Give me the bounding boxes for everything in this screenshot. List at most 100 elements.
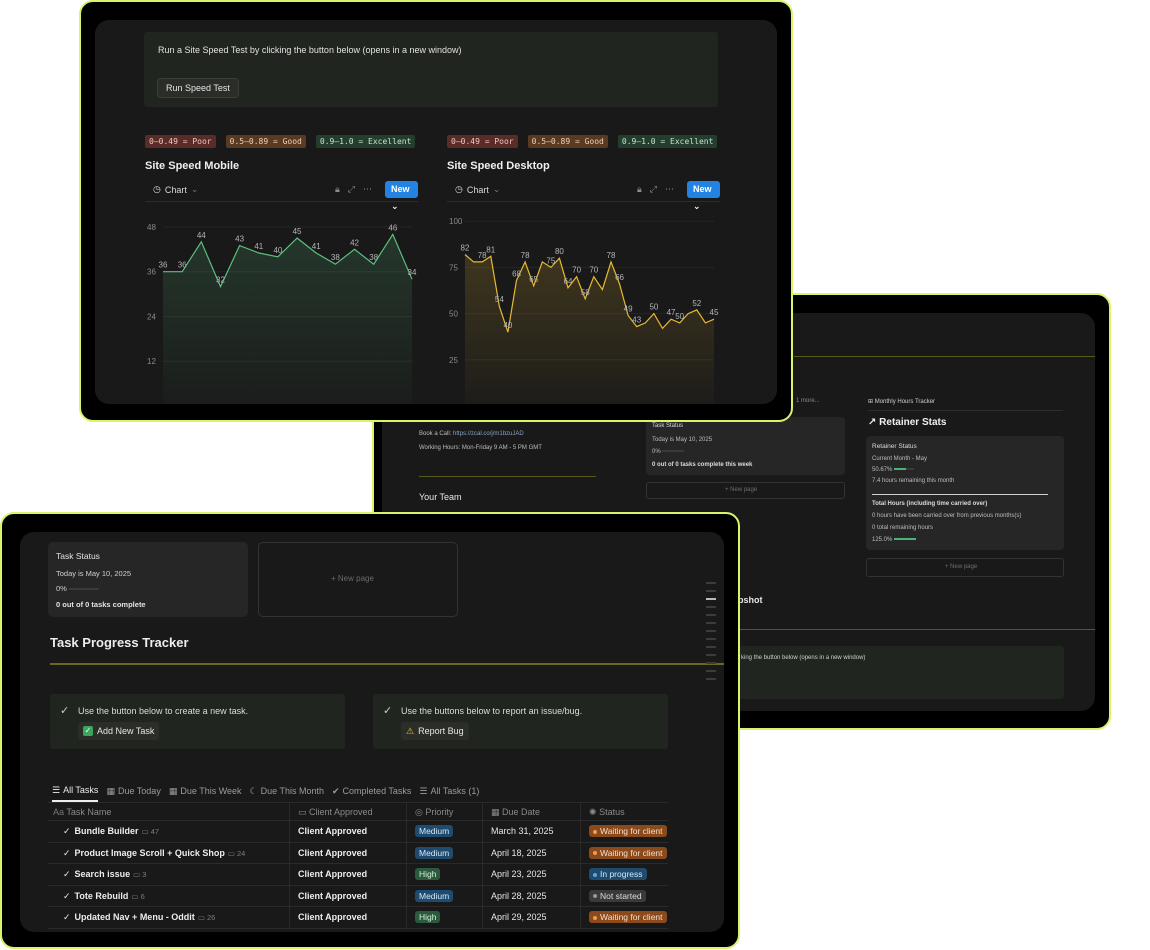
priority-cell[interactable]: Medium (415, 846, 454, 859)
table-row[interactable]: ✓ Search issue ▭ 3 Client Approved High April… (48, 864, 668, 886)
status-cell[interactable]: Not started (589, 889, 646, 902)
more-link[interactable]: 1 more... (796, 398, 820, 404)
task-name-cell[interactable]: ✓ Search issue ▭ 3 (53, 869, 146, 880)
status-badge: In progress (589, 868, 647, 880)
new-button[interactable]: New ⌄ (687, 181, 720, 211)
speed-screen: Run a Site Speed Test by clicking the bu… (95, 20, 777, 404)
priority-cell[interactable]: Medium (415, 825, 454, 837)
mobile-toolbar: ◷ Chart ⌄ 🔒︎ ⤢ ⋯ New ⌄ (145, 180, 418, 211)
data-label: 49 (624, 304, 633, 313)
legend-mobile: 0–0.49 = Poor 0.5–0.89 = Good 0.9–1.0 = … (145, 135, 416, 148)
task-name: Search issue (74, 869, 131, 879)
check-icon: ✓ (383, 705, 393, 717)
col-task-name[interactable]: Aa Task Name (53, 807, 111, 817)
target-icon: ◎ (415, 807, 423, 817)
list-icon: ☰ (52, 784, 61, 795)
new-page-button-2[interactable]: + New page (646, 482, 845, 499)
lock-icon[interactable]: 🔒︎ (637, 184, 642, 195)
task-name-cell[interactable]: ✓ Tote Rebuild ▭ 6 (53, 891, 145, 902)
task-name-cell[interactable]: ✓ Updated Nav + Menu - Oddit ▭ 26 (53, 912, 215, 923)
task-tracker-title: Task Progress Tracker (50, 635, 189, 650)
y-tick-label: 48 (147, 223, 156, 232)
y-tick-label: 75 (449, 263, 458, 272)
monthly-tracker-tab[interactable]: ⊞ Monthly Hours Tracker (868, 398, 935, 405)
check-icon: ✓ (63, 847, 71, 858)
status-cell[interactable]: Waiting for client (589, 825, 667, 837)
more-icon[interactable]: ⋯ (363, 184, 372, 195)
col-client-approved[interactable]: ▭ Client Approved (298, 807, 373, 818)
task-name: Updated Nav + Menu - Oddit (74, 912, 195, 922)
legend-good: 0.5–0.89 = Good (527, 135, 608, 148)
total-hours: Total Hours (including time carried over… (872, 501, 988, 507)
status-badge: Waiting for client (589, 825, 667, 837)
y-tick-label: 24 (147, 312, 156, 321)
status-cell[interactable]: Waiting for client (589, 846, 667, 859)
report-bug-button[interactable]: ⚠ Report Bug (401, 722, 469, 740)
table-row[interactable]: ✓ Updated Nav + Menu - Oddit ▭ 26 Client Ap… (48, 907, 668, 929)
priority-cell[interactable]: High (415, 868, 441, 880)
tasks-complete: 0 out of 0 tasks complete (56, 600, 146, 609)
status-cell[interactable]: Waiting for client (589, 911, 667, 923)
add-new-task-button[interactable]: ✓ Add New Task (78, 722, 160, 740)
expand-icon[interactable]: ⤢ (348, 184, 355, 195)
chart-view-switch[interactable]: ◷ Chart ⌄ (153, 184, 198, 195)
status-cell[interactable]: In progress (589, 868, 647, 880)
y-tick-label: 36 (147, 268, 156, 277)
tab-completed-tasks[interactable]: ✔ Completed Tasks (332, 780, 411, 802)
progress-row: 0% (56, 584, 99, 593)
more-icon[interactable]: ⋯ (665, 184, 674, 195)
new-button[interactable]: New ⌄ (385, 181, 418, 211)
legend-poor: 0–0.49 = Poor (447, 135, 518, 148)
run-speed-test-button[interactable]: Run Speed Test (157, 78, 239, 98)
new-page-card[interactable]: + New page (258, 542, 458, 617)
check-circle-icon: ✔ (332, 785, 340, 796)
data-label: 70 (589, 266, 598, 275)
create-task-box: ✓ Use the button below to create a new t… (50, 694, 345, 749)
tab-due-today[interactable]: ▦ Due Today (106, 780, 160, 802)
data-label: 66 (615, 273, 624, 282)
table-row[interactable]: ✓ Bundle Builder ▭ 47 Client Approved Medium… (48, 821, 668, 843)
retainer-title: ↗ Retainer Stats (868, 417, 946, 428)
data-label: 81 (486, 245, 495, 254)
tasks-device-frame: Task Status Today is May 10, 2025 0% 0 o… (0, 512, 740, 949)
chart-view-label: Chart (466, 184, 489, 195)
area-fill (465, 254, 714, 404)
tab-due-this-month[interactable]: ☾ Due This Month (250, 780, 324, 802)
chart-view-switch[interactable]: ◷ Chart ⌄ (455, 184, 500, 195)
tab-due-this-week[interactable]: ▦ Due This Week (169, 780, 242, 802)
scroll-outline[interactable] (706, 582, 716, 686)
data-label: 40 (503, 321, 512, 330)
today-label: Today is May 10, 2025 (56, 569, 132, 578)
retainer-status: Retainer Status (872, 443, 917, 450)
task-name: Tote Rebuild (74, 890, 129, 901)
expand-icon[interactable]: ⤢ (650, 184, 657, 195)
new-page-button[interactable]: + New page (866, 558, 1064, 577)
comment-count: ▭ 26 (197, 913, 216, 922)
priority-badge: Medium (415, 825, 454, 837)
col-priority[interactable]: ◎ Priority (415, 807, 453, 818)
tab-all-tasks-1[interactable]: ☰ All Tasks (1) (419, 780, 479, 802)
total-percent: 125.0% (872, 537, 893, 543)
status-badge: Waiting for client (589, 846, 667, 859)
data-label: 68 (512, 269, 521, 278)
table-row[interactable]: ✓ Tote Rebuild ▭ 6 Client Approved Medium Apr… (48, 885, 668, 907)
lock-icon[interactable]: 🔒︎ (335, 184, 340, 195)
tab-all-tasks[interactable]: ☰ All Tasks (52, 780, 99, 802)
percent-row: 50.67% (872, 467, 915, 473)
book-link[interactable]: https://zcal.co/j/m1bzuJAD (453, 431, 524, 437)
table-row[interactable]: ✓ Product Image Scroll + Quick Shop ▭ 24 Cl… (48, 842, 668, 864)
client-approved-cell: Client Approved (298, 912, 368, 922)
grid-icon: ⊞ (868, 399, 875, 405)
priority-cell[interactable]: Medium (415, 889, 454, 902)
task-name-cell[interactable]: ✓ Bundle Builder ▭ 47 (53, 826, 159, 837)
new-page-label-2: + New page (725, 487, 758, 493)
your-team-heading: Your Team (419, 492, 462, 502)
priority-cell[interactable]: High (415, 911, 441, 923)
col-status[interactable]: ✺ Status (589, 807, 625, 818)
total-remaining: 0 total remaining hours (872, 525, 934, 531)
data-label: 40 (273, 246, 282, 255)
total-percent-bar (894, 538, 917, 541)
speed-test-callout: Run a Site Speed Test by clicking the bu… (144, 32, 718, 107)
task-name-cell[interactable]: ✓ Product Image Scroll + Quick Shop ▭ 24 (53, 848, 245, 859)
col-due-date[interactable]: ▦ Due Date (491, 807, 540, 818)
